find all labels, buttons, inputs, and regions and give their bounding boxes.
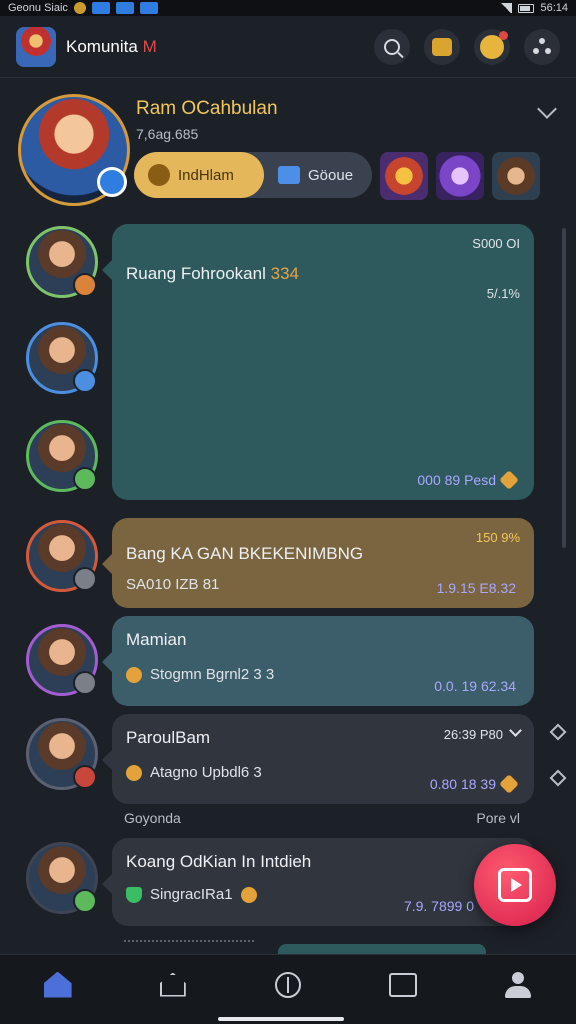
bubble-title-highlight: 334 bbox=[270, 264, 299, 283]
rank-badge-icon bbox=[73, 567, 97, 591]
home-indicator bbox=[218, 1017, 344, 1021]
shield-icon bbox=[126, 886, 142, 903]
nav-community[interactable] bbox=[153, 965, 193, 1005]
bubble-title: Mamian bbox=[126, 630, 187, 649]
bottom-nav bbox=[0, 954, 576, 1024]
user-icon bbox=[504, 971, 532, 998]
app-notification-icon bbox=[139, 2, 158, 14]
status-bar: Geonu Siaic 56:14 bbox=[0, 0, 576, 16]
chest-button[interactable] bbox=[424, 28, 460, 65]
status-left-text: Geonu Siaic bbox=[8, 2, 68, 14]
notification-dot bbox=[499, 30, 508, 40]
hand-icon bbox=[148, 164, 170, 186]
next-bubble-peek bbox=[278, 944, 486, 954]
gold-pill-label: IndHlam bbox=[178, 166, 234, 184]
diamond-icon[interactable] bbox=[549, 723, 567, 741]
profile-subtitle: 7,6ag.685 bbox=[136, 126, 199, 142]
home-icon bbox=[43, 971, 72, 998]
avatar[interactable] bbox=[26, 520, 98, 592]
nav-home[interactable] bbox=[38, 965, 78, 1005]
message-bubble[interactable]: ParoulBam 26:39 P80 Atagno Upbdl6 3 0.80… bbox=[102, 714, 534, 804]
bubble-title: Ruang Fohrookanl 334 bbox=[126, 264, 299, 283]
app-notification-icon bbox=[115, 2, 134, 14]
chest-icon bbox=[432, 37, 452, 56]
rank-badge-icon bbox=[73, 889, 97, 913]
coin-icon bbox=[240, 886, 257, 903]
search-button[interactable] bbox=[374, 28, 410, 65]
bubble-footer: 000 89 Pesd bbox=[417, 470, 519, 490]
bubble-title: Koang OdKian In Intdieh bbox=[126, 852, 312, 871]
heart-icon[interactable] bbox=[499, 470, 519, 490]
verified-badge-icon bbox=[97, 167, 127, 197]
app-title: Komunita M bbox=[66, 37, 157, 57]
rank-badge-icon bbox=[73, 671, 97, 695]
bubble-title: Bang KA GAN BKEKENIMBNG bbox=[126, 544, 364, 563]
play-icon bbox=[498, 868, 532, 902]
hero-thumbnail[interactable] bbox=[380, 152, 428, 200]
play-fab-button[interactable] bbox=[474, 844, 556, 926]
profile-card: Ram OCahbulan 7,6ag.685 IndHlam Göoue bbox=[18, 90, 558, 206]
search-icon bbox=[384, 38, 400, 55]
profile-avatar[interactable] bbox=[18, 94, 130, 206]
bubble-meta: 26:39 P80 bbox=[444, 724, 522, 742]
app-title-accent: M bbox=[142, 36, 157, 56]
map-icon bbox=[278, 166, 300, 184]
bubble-footer: 0.80 18 39 bbox=[430, 774, 519, 794]
profile-toggle: IndHlam Göoue bbox=[134, 152, 372, 198]
app-bar: Komunita M bbox=[0, 16, 576, 78]
profile-name: Ram OCahbulan bbox=[136, 98, 278, 119]
chevron-down-icon[interactable] bbox=[509, 724, 522, 737]
chevron-down-icon[interactable] bbox=[537, 99, 557, 119]
hero-thumbnail[interactable] bbox=[436, 152, 484, 200]
rank-badge-icon bbox=[73, 765, 97, 789]
rank-badge-icon bbox=[73, 369, 97, 393]
app-title-text: Komunita bbox=[66, 36, 138, 56]
house-icon bbox=[159, 972, 186, 997]
avatar[interactable] bbox=[26, 842, 98, 914]
nav-profile[interactable] bbox=[498, 965, 538, 1005]
nav-explore[interactable] bbox=[268, 965, 308, 1005]
emoji-button[interactable] bbox=[474, 28, 510, 65]
avatar[interactable] bbox=[26, 420, 98, 492]
scrollbar[interactable] bbox=[562, 228, 566, 548]
inbox-icon bbox=[389, 972, 418, 997]
hero-thumbnail[interactable] bbox=[492, 152, 540, 200]
message-bubble[interactable]: Mamian Stogmn Bgrnl2 3 3 0.0. 19 62.34 bbox=[102, 616, 534, 706]
nav-inbox[interactable] bbox=[383, 965, 423, 1005]
alt-pill-label: Göoue bbox=[308, 166, 354, 184]
coin-icon bbox=[126, 764, 142, 781]
peek-text bbox=[124, 940, 254, 946]
bubble-meta: 150 9% bbox=[475, 530, 520, 545]
hub-icon bbox=[533, 37, 551, 56]
avatar[interactable] bbox=[26, 718, 98, 790]
bubble-footer: 0.0. 19 62.34 bbox=[434, 678, 516, 694]
battery-icon bbox=[518, 3, 535, 13]
signal-icon bbox=[500, 3, 513, 13]
gold-pill-button[interactable]: IndHlam bbox=[134, 152, 264, 198]
avatar[interactable] bbox=[26, 624, 98, 696]
bubble-footer: 1.9.15 E8.32 bbox=[436, 580, 516, 596]
status-time: 56:14 bbox=[540, 2, 568, 14]
message-bubble[interactable]: Bang KA GAN BKEKENIMBNG SA010 IZB 81 150… bbox=[102, 518, 534, 608]
menu-button[interactable] bbox=[524, 28, 560, 65]
diamond-icon[interactable] bbox=[549, 769, 567, 787]
avatar[interactable] bbox=[26, 322, 98, 394]
section-label: Goyonda bbox=[124, 810, 181, 826]
message-bubble[interactable]: Koang OdKian In Intdieh SingracIRa1 7.9.… bbox=[102, 838, 534, 926]
section-label-right[interactable]: Pore vl bbox=[476, 810, 520, 826]
bubble-footer: 7.9. 7899 0 bbox=[403, 898, 474, 914]
message-bubble[interactable]: Ruang Fohrookanl 334 S000 OI 5/.1% 000 8… bbox=[102, 224, 534, 500]
app-notification-icon bbox=[91, 2, 110, 14]
compass-icon bbox=[274, 971, 301, 998]
alt-pill-button[interactable]: Göoue bbox=[264, 152, 353, 198]
coin-icon bbox=[126, 666, 142, 683]
bubble-percent: 5/.1% bbox=[486, 286, 520, 301]
rank-badge-icon bbox=[73, 273, 97, 297]
heart-icon[interactable] bbox=[499, 774, 519, 794]
bubble-meta: S000 OI bbox=[472, 236, 520, 251]
avatar[interactable] bbox=[26, 226, 98, 298]
app-logo[interactable] bbox=[16, 26, 56, 67]
rank-badge-icon bbox=[73, 467, 97, 491]
notification-icon bbox=[73, 2, 86, 14]
